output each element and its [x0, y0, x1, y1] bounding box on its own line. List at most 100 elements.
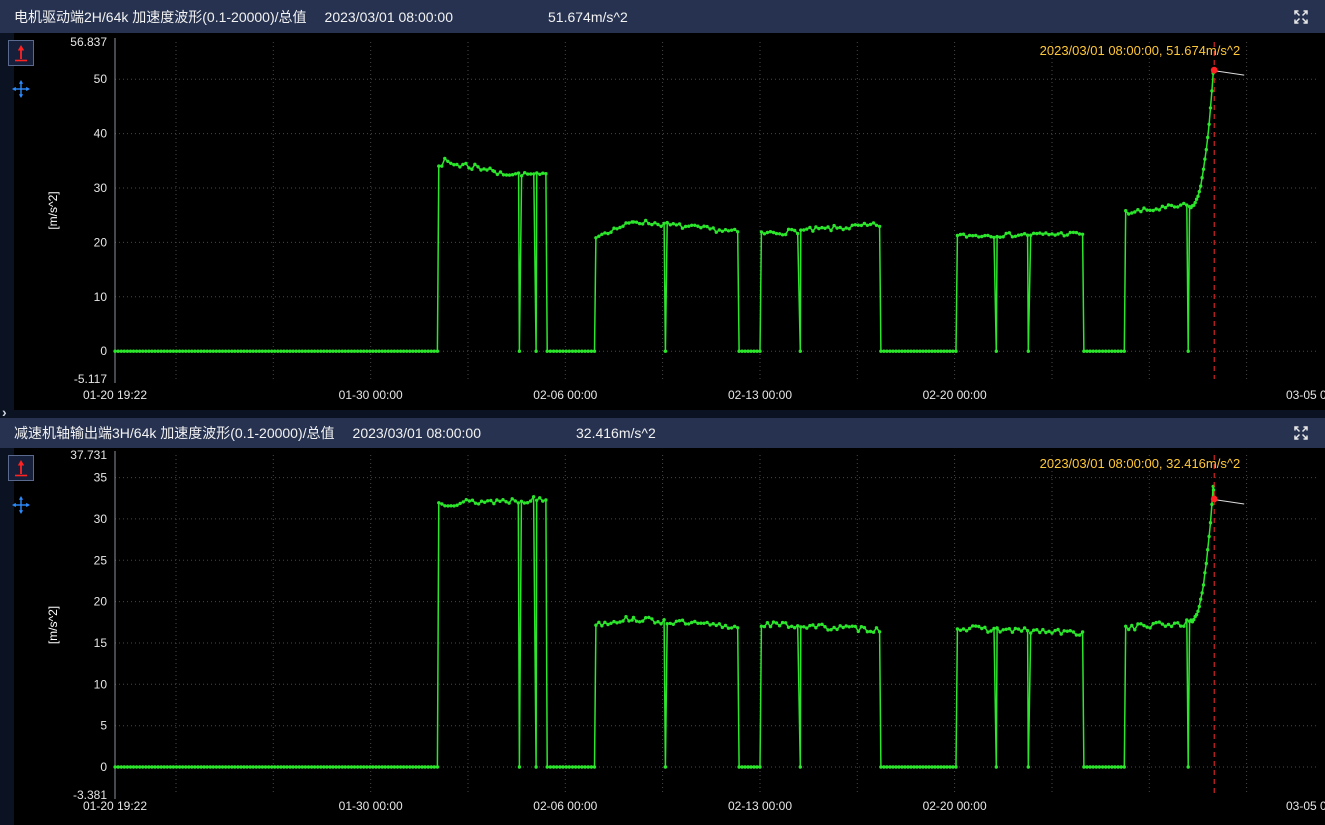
series-point [662, 222, 665, 225]
series-point [316, 765, 319, 768]
fullscreen-button[interactable] [1291, 423, 1311, 443]
y-tick-label: 0 [100, 760, 107, 774]
series-point [1029, 234, 1032, 237]
series-point [1195, 198, 1198, 201]
cursor-annotation: 2023/03/01 08:00:00, 32.416m/s^2 [1040, 456, 1241, 471]
series-point [1014, 627, 1017, 630]
series-point [891, 350, 894, 353]
series-point [117, 350, 120, 353]
series-point [621, 619, 624, 622]
series-point [995, 626, 998, 629]
series-point [1200, 591, 1203, 594]
series-point [760, 625, 763, 628]
series-point [245, 765, 248, 768]
series-point [239, 350, 242, 353]
series-point [459, 502, 462, 505]
series-point [606, 623, 609, 626]
series-point [1113, 350, 1116, 353]
series-point [215, 350, 218, 353]
series-point [1198, 605, 1201, 608]
pan-tool-button[interactable] [12, 496, 30, 514]
series-point [402, 765, 405, 768]
series-point [839, 624, 842, 627]
series-point [485, 168, 488, 171]
series-point [1078, 232, 1081, 235]
series-point [863, 626, 866, 629]
series-point [408, 350, 411, 353]
series-point [696, 622, 699, 625]
series-point [1085, 765, 1088, 768]
series-point [705, 621, 708, 624]
reset-scale-button[interactable] [8, 455, 34, 481]
series-point [561, 765, 564, 768]
series-point [1098, 765, 1101, 768]
waveform-chart-2[interactable]: 0510152025303537.731-3.381[m/s^2]01-20 1… [0, 448, 1325, 825]
y-tick-label: 30 [94, 181, 108, 195]
fullscreen-button[interactable] [1291, 7, 1311, 27]
reset-scale-button[interactable] [8, 40, 34, 66]
series-point [534, 765, 537, 768]
series-point [1081, 630, 1084, 633]
series-point [749, 350, 752, 353]
series-point [493, 170, 496, 173]
series-point [408, 765, 411, 768]
series-point [664, 350, 667, 353]
series-point [597, 235, 600, 238]
series-point [172, 765, 175, 768]
series-point [799, 625, 802, 628]
series-point [307, 765, 310, 768]
x-tick-label: 01-20 19:22 [83, 388, 147, 402]
series-point [1179, 203, 1182, 206]
series-point [796, 232, 799, 235]
pan-tool-button[interactable] [12, 80, 30, 98]
series-point [1069, 231, 1072, 234]
series-point [600, 624, 603, 627]
series-point [1008, 627, 1011, 630]
series-point [583, 350, 586, 353]
series-point [650, 617, 653, 620]
series-point [872, 221, 875, 224]
series-point [848, 625, 851, 628]
series-point [817, 623, 820, 626]
series-point [1056, 232, 1059, 235]
waveform-chart-1[interactable]: 0102030405056.837-5.117[m/s^2]01-20 19:2… [0, 33, 1325, 410]
series-point [1053, 233, 1056, 236]
series-point [802, 228, 805, 231]
series-point [638, 222, 641, 225]
series-point [249, 765, 252, 768]
series-point [261, 765, 264, 768]
series-point [242, 765, 245, 768]
series-point [885, 765, 888, 768]
series-point [820, 226, 823, 229]
series-point [1041, 233, 1044, 236]
series-point [760, 230, 763, 233]
series-point [517, 501, 520, 504]
series-point [423, 350, 426, 353]
series-point [989, 629, 992, 632]
series-point [1203, 157, 1206, 160]
series-point [362, 350, 365, 353]
series-point [414, 765, 417, 768]
series-point [1194, 201, 1197, 204]
series-point [1029, 631, 1032, 634]
series-point [440, 502, 443, 505]
series-point [808, 624, 811, 627]
series-point [187, 765, 190, 768]
series-point [659, 622, 662, 625]
series-point [684, 225, 687, 228]
series-point [749, 765, 752, 768]
series-point [285, 350, 288, 353]
series-point [492, 502, 495, 505]
series-point [511, 173, 514, 176]
series-point [267, 765, 270, 768]
collapse-panel-chevron[interactable]: › [2, 404, 7, 420]
series-point [699, 622, 702, 625]
series-point [430, 350, 433, 353]
series-point [1082, 765, 1085, 768]
series-point [793, 626, 796, 629]
series-point [449, 504, 452, 507]
series-point [196, 765, 199, 768]
series-point [737, 350, 740, 353]
series-point [150, 350, 153, 353]
series-point [1035, 232, 1038, 235]
